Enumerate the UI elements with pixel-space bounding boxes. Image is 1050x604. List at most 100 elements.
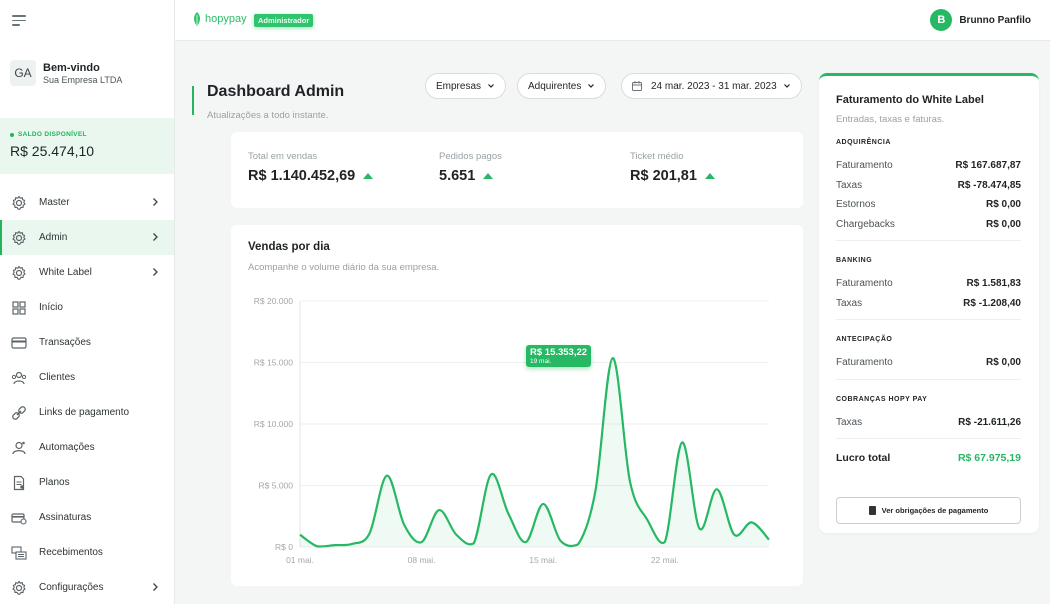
sidebar-item-white-label[interactable]: White Label: [0, 255, 174, 290]
title-accent-bar: [192, 86, 194, 115]
summary-row: Taxas R$ -1.208,40: [836, 298, 1021, 309]
topbar: hopypay Administrador B Brunno Panfilo: [175, 0, 1050, 41]
acquirers-filter-label: Adquirentes: [528, 80, 582, 92]
y-tick-label: R$ 15.000: [254, 358, 293, 368]
date-range-picker[interactable]: 24 mar. 2023 - 31 mar. 2023: [621, 73, 802, 99]
user-menu[interactable]: B Brunno Panfilo: [930, 9, 1031, 31]
sidebar-item-label: Automações: [39, 442, 95, 453]
sidebar-item-configuracoes[interactable]: Configurações: [0, 570, 174, 604]
summary-row-label: Taxas: [836, 179, 863, 191]
sidebar-item-admin[interactable]: Admin: [0, 220, 174, 255]
sidebar-item-transacoes[interactable]: Transações: [0, 325, 174, 360]
sidebar-item-label: Recebimentos: [39, 547, 103, 558]
link-icon: [11, 405, 27, 421]
hamburger-menu-icon[interactable]: [12, 15, 26, 29]
kpi-paid-orders: Pedidos pagos 5.651: [439, 151, 502, 184]
chevron-down-icon: [588, 84, 595, 88]
trend-up-icon: [704, 173, 715, 179]
chevron-right-icon: [153, 268, 158, 276]
sales-chart-card: Vendas por dia Acompanhe o volume diário…: [231, 225, 803, 586]
y-tick-label: R$ 5.000: [259, 481, 294, 491]
summary-section-heading: ANTECIPAÇÃO: [836, 336, 893, 343]
summary-divider: [836, 240, 1021, 241]
page-subtitle: Atualizações a todo instante.: [207, 110, 329, 121]
summary-section-heading: BANKING: [836, 257, 873, 264]
card-stack-icon: [11, 510, 27, 526]
summary-divider: [836, 319, 1021, 320]
chevron-right-icon: [153, 198, 158, 206]
kpi-card: Total em vendas R$ 1.140.452,69 Pedidos …: [231, 132, 803, 208]
sidebar-item-label: Início: [39, 302, 63, 313]
gear-icon: [11, 265, 27, 281]
logo[interactable]: hopypay: [192, 12, 247, 26]
summary-row: Chargebacks R$ 0,00: [836, 219, 1021, 230]
summary-row-label: Taxas: [836, 297, 863, 309]
summary-row-value: R$ 167.687,87: [955, 160, 1021, 171]
acquirers-filter[interactable]: Adquirentes: [517, 73, 607, 99]
calendar-icon: [632, 81, 642, 91]
sidebar-nav: Master Admin White Label Início Transações Cl…: [0, 185, 174, 604]
sidebar-item-label: Clientes: [39, 372, 76, 383]
kpi-avg-ticket: Ticket médio R$ 201,81: [630, 151, 715, 184]
summary-row-value: R$ 1.581,83: [966, 278, 1022, 289]
sales-line-chart[interactable]: R$ 0 R$ 5.000 R$ 10.000 R$ 15.000 R$ 20.000 0…: [231, 225, 803, 586]
sidebar-item-assinaturas[interactable]: Assinaturas: [0, 500, 174, 535]
company-avatar: GA: [10, 60, 36, 86]
gear-icon: [11, 580, 27, 596]
sidebar-item-label: Assinaturas: [39, 512, 92, 523]
summary-row-label: Estornos: [836, 199, 876, 210]
companies-filter-label: Empresas: [436, 80, 482, 92]
summary-row: Taxas R$ -78.474,85: [836, 180, 1021, 191]
sidebar-item-automacoes[interactable]: Automações: [0, 430, 174, 465]
sidebar-item-label: Links de pagamento: [39, 407, 130, 418]
balance-value: R$ 25.474,10: [10, 143, 95, 159]
kpi-label: Pedidos pagos: [439, 151, 502, 162]
sidebar-item-label: Configurações: [39, 582, 104, 593]
kpi-value: R$ 201,81: [630, 168, 697, 184]
x-tick-label: 01 mai.: [286, 555, 314, 565]
kpi-value: 5.651: [439, 168, 476, 184]
sidebar-item-label: Master: [39, 197, 70, 208]
kpi-label: Total em vendas: [248, 151, 318, 162]
grid-icon: [11, 300, 27, 316]
companies-filter[interactable]: Empresas: [425, 73, 507, 99]
y-tick-label: R$ 10.000: [254, 419, 293, 429]
payment-obligations-button[interactable]: Ver obrigações de pagamento: [836, 497, 1021, 524]
x-tick-label: 15 mai.: [529, 555, 557, 565]
sidebar-item-clientes[interactable]: Clientes: [0, 360, 174, 395]
cash-icon: [11, 545, 27, 561]
summary-row-label: Chargebacks: [836, 218, 895, 230]
summary-title: Faturamento do White Label: [836, 94, 984, 106]
summary-section-heading: COBRANÇAS HOPY PAY: [836, 395, 928, 403]
users-icon: [11, 370, 27, 386]
sidebar-item-label: Admin: [39, 232, 68, 243]
summary-divider: [836, 438, 1021, 439]
sidebar-item-inicio[interactable]: Início: [0, 290, 174, 325]
sidebar-item-planos[interactable]: Planos: [0, 465, 174, 500]
summary-row-value: R$ -78.474,85: [957, 179, 1021, 191]
sales-area: [300, 358, 769, 547]
sidebar-item-links-de-pagamento[interactable]: Links de pagamento: [0, 395, 174, 430]
summary-divider: [836, 378, 1021, 380]
sidebar-item-recebimentos[interactable]: Recebimentos: [0, 535, 174, 570]
total-profit-label: Lucro total: [836, 452, 891, 464]
sidebar-item-label: Planos: [39, 477, 70, 488]
revenue-summary-panel: Faturamento do White Label Entradas, tax…: [819, 73, 1039, 533]
company-info[interactable]: GA Bem-vindo Sua Empresa LTDA: [10, 60, 122, 86]
summary-subtitle: Entradas, taxas e faturas.: [836, 114, 945, 125]
x-tick-label: 22 mai.: [651, 555, 679, 565]
total-profit-value: R$ 67.975,19: [957, 452, 1021, 464]
summary-section-heading: ADQUIRÊNCIA: [836, 139, 891, 146]
date-range-label: 24 mar. 2023 - 31 mar. 2023: [651, 80, 777, 92]
chart-tooltip: R$ 15.353,22 19 mai.: [526, 345, 592, 367]
document-icon: [868, 506, 876, 515]
chevron-right-icon: [153, 583, 158, 591]
tooltip-date: 19 mai.: [530, 358, 552, 365]
user-name: Brunno Panfilo: [959, 14, 1031, 26]
trend-up-icon: [363, 173, 374, 179]
gear-icon: [11, 195, 27, 211]
summary-row-value: R$ -1.208,40: [963, 297, 1021, 309]
sidebar-item-master[interactable]: Master: [0, 185, 174, 220]
sales-series-line: [299, 357, 770, 548]
balance-panel: SALDO DISPONÍVEL R$ 25.474,10: [0, 118, 174, 174]
